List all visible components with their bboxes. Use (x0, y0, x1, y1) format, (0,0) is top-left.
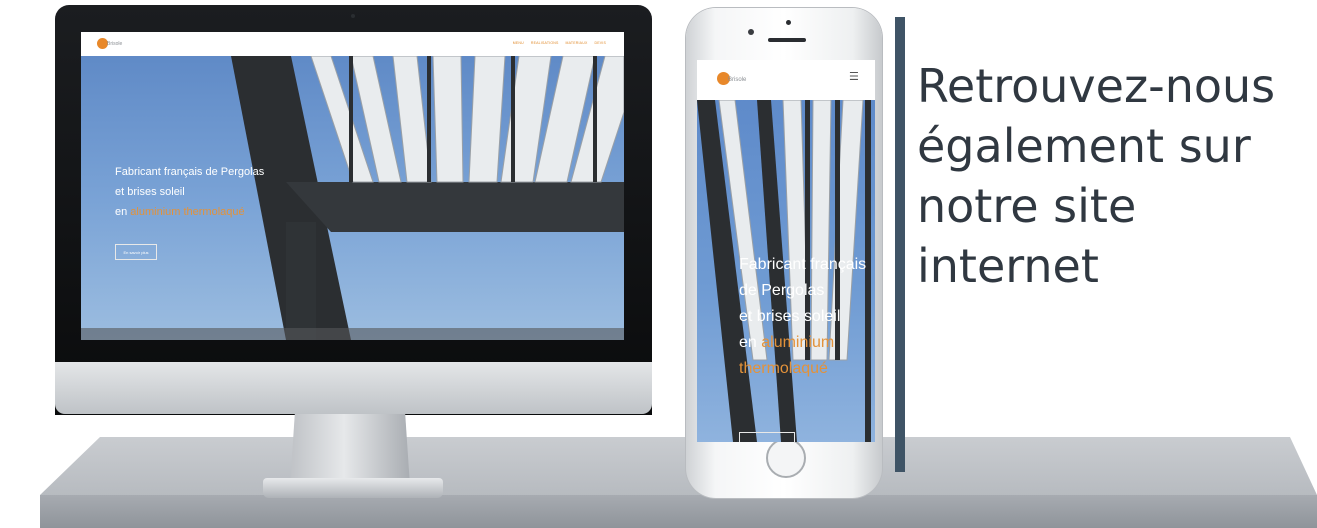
hero-line: de Pergolas (739, 282, 825, 299)
hero-line: Fabricant français de Pergolas (115, 166, 265, 178)
headline-line: également sur (917, 119, 1251, 173)
hero-line: en aluminium (739, 330, 866, 356)
nav-item[interactable]: REALISATIONS (531, 41, 559, 45)
hamburger-icon[interactable]: ☰ (849, 71, 859, 82)
nav-item[interactable]: MATERIAUX (566, 41, 588, 45)
hero-accent: aluminium thermolaqué (130, 206, 245, 218)
vertical-divider (895, 17, 905, 472)
phone-sensor (786, 20, 791, 25)
desktop-navbar: Brisole MENU REALISATIONS MATERIAUX DEVI… (81, 32, 624, 56)
shelf-top (40, 437, 1317, 495)
pergola-image-mobile (697, 99, 871, 442)
brand-logo-mobile[interactable]: Brisole (717, 72, 747, 88)
monitor-chin (55, 362, 652, 414)
headline-line: internet (917, 239, 1099, 293)
hero-accent: aluminium (761, 334, 835, 351)
nav-item[interactable]: DEVIS (594, 41, 606, 45)
brand-logo[interactable]: Brisole (97, 38, 123, 50)
hero-prefix: en (115, 206, 131, 218)
hero-line: et brises soleil (739, 308, 841, 325)
headline-line: notre site (917, 179, 1137, 233)
nav-item[interactable]: MENU (513, 41, 524, 45)
brand-name: Brisole (107, 41, 123, 47)
hero-accent: thermolaqué (739, 360, 828, 377)
desktop-website-screen: Brisole MENU REALISATIONS MATERIAUX DEVI… (81, 32, 624, 340)
monitor-stand (290, 414, 410, 486)
mobile-hero-text: Fabricant français de Pergolas et brises… (739, 252, 866, 382)
desktop-hero-text: Fabricant français de Pergolas et brises… (115, 162, 264, 222)
hero-prefix: en (739, 334, 762, 351)
mobile-website-screen: Brisole ☰ Fabricant français de Pergolas… (697, 60, 875, 442)
headline-line: Retrouvez-nous (917, 59, 1276, 113)
hero-line: et brises soleil (115, 186, 185, 198)
hero-line: Fabricant français (739, 256, 867, 273)
hero-line: en aluminium thermolaqué (115, 202, 264, 222)
shelf-front (40, 495, 1317, 528)
phone-camera (748, 29, 754, 35)
monitor-camera (351, 14, 355, 18)
nav-links: MENU REALISATIONS MATERIAUX DEVIS (513, 41, 606, 45)
phone-speaker (768, 38, 806, 42)
cta-button-mobile[interactable] (739, 432, 795, 442)
monitor-foot (263, 478, 443, 498)
headline: Retrouvez-nous également sur notre site … (917, 56, 1307, 296)
home-button[interactable] (766, 438, 806, 478)
brand-name-mobile: Brisole (728, 77, 747, 83)
cta-button[interactable]: En savoir plus (115, 244, 157, 260)
mobile-navbar: Brisole ☰ (697, 60, 875, 100)
